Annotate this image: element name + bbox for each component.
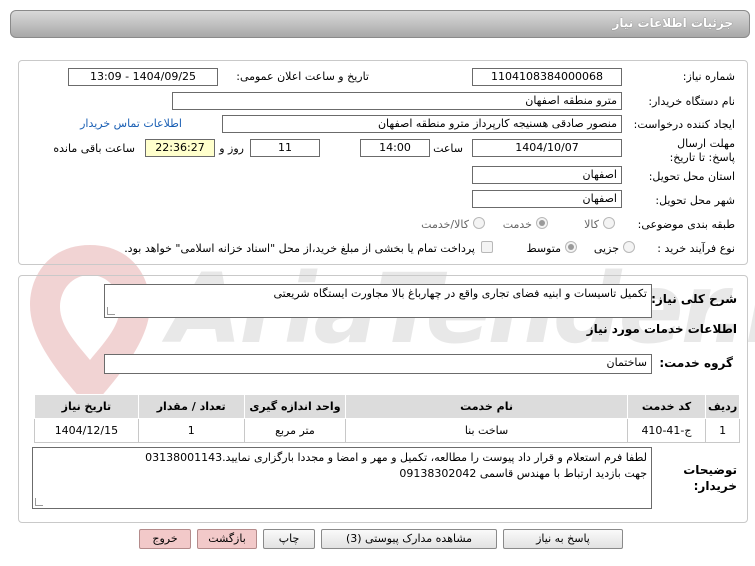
col-header-quantity: تعداد / مقدار bbox=[137, 394, 245, 419]
buyer-org-field: مترو منطقه اصفهان bbox=[172, 92, 622, 110]
page-header: جزئیات اطلاعات نیاز bbox=[10, 10, 750, 38]
service-group-label: گروه خدمت: bbox=[659, 356, 733, 370]
need-number-field: 1104108384000068 bbox=[472, 68, 622, 86]
deadline-label: مهلت ارسال پاسخ: تا تاریخ: bbox=[669, 137, 735, 164]
cell-row-number: 1 bbox=[705, 418, 740, 443]
reply-button[interactable]: پاسخ به نیاز bbox=[503, 529, 623, 549]
service-group-field: ساختمان bbox=[104, 354, 652, 374]
buyer-notes-line-2: جهت بازدید ارتباط با مهندس قاسمی 0913830… bbox=[399, 467, 647, 480]
buyer-org-label: نام دستگاه خریدار: bbox=[648, 95, 735, 108]
view-attachments-button[interactable]: مشاهده مدارک پیوستی (3) bbox=[321, 529, 497, 549]
buyer-notes-label: توضیحات خریدار: bbox=[683, 463, 737, 493]
days-remaining-field: 11 bbox=[250, 139, 320, 157]
days-label: روز و bbox=[219, 142, 244, 155]
remaining-time-field: 22:36:27 bbox=[145, 139, 215, 157]
category-option-goods: کالا bbox=[584, 218, 599, 231]
city-field: اصفهان bbox=[472, 190, 622, 208]
need-number-label: شماره نیاز: bbox=[682, 70, 735, 83]
back-button[interactable]: بازگشت bbox=[197, 529, 257, 549]
category-label: طبقه بندی موضوعی: bbox=[637, 218, 735, 231]
creator-label: ایجاد کننده درخواست: bbox=[633, 118, 735, 131]
description-label: شرح کلی نیاز: bbox=[651, 292, 737, 306]
deadline-date-field: 1404/10/07 bbox=[472, 139, 622, 157]
buyer-notes-line-1: لطفا فرم استعلام و قرار داد پیوست را مطا… bbox=[145, 451, 647, 464]
process-option-medium: متوسط bbox=[526, 242, 561, 255]
table-row: 1 ج-41-410 ساخت بنا متر مربع 1 1404/12/1… bbox=[34, 418, 740, 443]
process-radio-medium[interactable] bbox=[565, 241, 577, 253]
col-header-service-code: کد خدمت bbox=[626, 394, 707, 419]
cell-service-name: ساخت بنا bbox=[345, 418, 628, 443]
deadline-time-field: 14:00 bbox=[360, 139, 430, 157]
services-table: ردیف کد خدمت نام خدمت واحد اندازه گیری ت… bbox=[34, 394, 740, 443]
cell-unit: متر مربع bbox=[243, 418, 347, 443]
category-option-service: خدمت bbox=[502, 218, 532, 231]
cell-need-date: 1404/12/15 bbox=[34, 418, 139, 443]
table-header-row: ردیف کد خدمت نام خدمت واحد اندازه گیری ت… bbox=[34, 394, 740, 419]
col-header-need-date: تاریخ نیاز bbox=[34, 394, 139, 419]
resize-handle-icon[interactable] bbox=[107, 307, 115, 315]
resize-handle-icon[interactable] bbox=[35, 498, 43, 506]
deadline-time-label: ساعت bbox=[433, 142, 463, 155]
services-section-title: اطلاعات خدمات مورد نیاز bbox=[586, 322, 737, 336]
col-header-unit: واحد اندازه گیری bbox=[243, 394, 347, 419]
announce-field: 1404/09/25 - 13:09 bbox=[68, 68, 218, 86]
process-radio-minor[interactable] bbox=[623, 241, 635, 253]
col-header-row-number: ردیف bbox=[705, 394, 740, 419]
creator-field: منصور صادقی هسنیجه کارپرداز مترو منطقه ا… bbox=[222, 115, 622, 133]
process-label: نوع فرآیند خرید : bbox=[657, 242, 735, 255]
process-option-minor: جزیی bbox=[593, 242, 619, 255]
announce-label: تاریخ و ساعت اعلان عمومی: bbox=[236, 70, 369, 83]
print-button[interactable]: چاپ bbox=[263, 529, 315, 549]
province-label: استان محل تحویل: bbox=[648, 170, 735, 183]
col-header-service-name: نام خدمت bbox=[345, 394, 628, 419]
city-label: شهر محل تحویل: bbox=[655, 194, 735, 207]
buyer-contact-link[interactable]: اطلاعات تماس خریدار bbox=[80, 117, 182, 130]
description-textarea[interactable]: تکمیل تاسیسات و ابنیه فضای تجاری واقع در… bbox=[104, 284, 652, 318]
treasury-payment-note: پرداخت تمام یا بخشی از مبلغ خرید،از محل … bbox=[124, 242, 475, 255]
remaining-label: ساعت باقی مانده bbox=[53, 142, 135, 155]
province-field: اصفهان bbox=[472, 166, 622, 184]
category-radio-goods-service[interactable] bbox=[473, 217, 485, 229]
category-option-goods-service: کالا/خدمت bbox=[421, 218, 469, 231]
category-radio-goods[interactable] bbox=[603, 217, 615, 229]
info-panel bbox=[18, 60, 748, 265]
exit-button[interactable]: خروج bbox=[139, 529, 191, 549]
description-text: تکمیل تاسیسات و ابنیه فضای تجاری واقع در… bbox=[273, 287, 647, 300]
cell-quantity: 1 bbox=[137, 418, 245, 443]
page-title: جزئیات اطلاعات نیاز bbox=[612, 16, 733, 30]
treasury-payment-checkbox[interactable] bbox=[481, 241, 493, 253]
cell-service-code: ج-41-410 bbox=[626, 418, 707, 443]
category-radio-service[interactable] bbox=[536, 217, 548, 229]
buyer-notes-textarea[interactable]: لطفا فرم استعلام و قرار داد پیوست را مطا… bbox=[32, 447, 652, 509]
